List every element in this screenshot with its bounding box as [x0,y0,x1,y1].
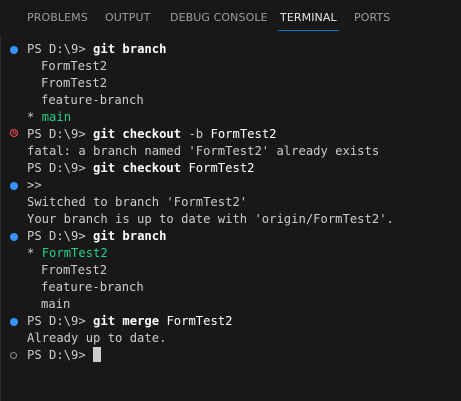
terminal-output[interactable]: PS D:\9> git branch FormTest2 FromTest2 … [0,36,461,401]
tab-output[interactable]: OUTPUT [105,11,150,24]
tab-problems[interactable]: PROBLEMS [27,11,88,24]
continuation-prompt: >> [27,178,42,192]
branch-list-item: * main [27,109,71,126]
prompt: PS D:\9> [27,127,86,141]
command-text: git branch [93,229,167,243]
command-success-decoration-icon[interactable] [10,46,18,54]
branch-list-item: main [41,297,71,311]
command-pending-decoration-icon[interactable] [10,352,17,359]
command-arg: FormTest2 [166,314,233,328]
terminal-line: PS D:\9> git checkout FormTest2 [27,160,255,177]
command-flag: -b [188,127,204,141]
tab-ports[interactable]: PORTS [354,11,390,24]
command-output: Switched to branch 'FormTest2' [27,195,248,209]
terminal-line: PS D:\9> git merge FormTest2 [27,313,232,330]
panel-tab-bar: PROBLEMS OUTPUT DEBUG CONSOLE TERMINAL P… [0,0,461,36]
prompt: PS D:\9> [27,314,86,328]
error-output: fatal: a branch named 'FormTest2' alread… [27,144,380,158]
branch-list-item: FromTest2 [41,76,108,90]
current-branch-name: main [41,110,72,124]
command-success-decoration-icon[interactable] [10,233,18,241]
branch-list-item: FromTest2 [41,263,108,277]
command-text: git merge [93,314,160,328]
command-text: git checkout [93,127,182,141]
command-success-decoration-icon[interactable] [10,318,18,326]
terminal-line: PS D:\9> git branch [27,41,166,58]
current-branch-name: FormTest2 [41,246,108,260]
branch-list-item: FormTest2 [41,59,108,73]
prompt: PS D:\9> [27,161,86,175]
prompt: PS D:\9> [27,348,86,362]
tab-debug-console[interactable]: DEBUG CONSOLE [170,11,268,24]
terminal-line: PS D:\9> git branch [27,228,166,245]
command-output: Already up to date. [27,331,167,345]
prompt: PS D:\9> [27,42,86,56]
command-arg: FormTest2 [210,127,277,141]
prompt: PS D:\9> [27,229,86,243]
branch-list-item: * FormTest2 [27,245,108,262]
command-text: git branch [93,42,167,56]
terminal-cursor [93,347,102,362]
terminal-input-line[interactable]: PS D:\9> [27,347,102,364]
command-arg: FormTest2 [188,161,255,175]
branch-list-item: feature-branch [41,93,144,107]
command-error-decoration-icon[interactable]: × [10,129,18,137]
current-branch-marker: * [27,246,35,260]
terminal-line: PS D:\9> git checkout -b FormTest2 [27,126,277,143]
tab-terminal[interactable]: TERMINAL [278,11,339,31]
branch-list-item: feature-branch [41,280,144,294]
current-branch-marker: * [27,110,35,124]
command-success-decoration-icon[interactable] [10,182,18,190]
command-output: Your branch is up to date with 'origin/F… [27,212,394,226]
command-text: git checkout [93,161,182,175]
